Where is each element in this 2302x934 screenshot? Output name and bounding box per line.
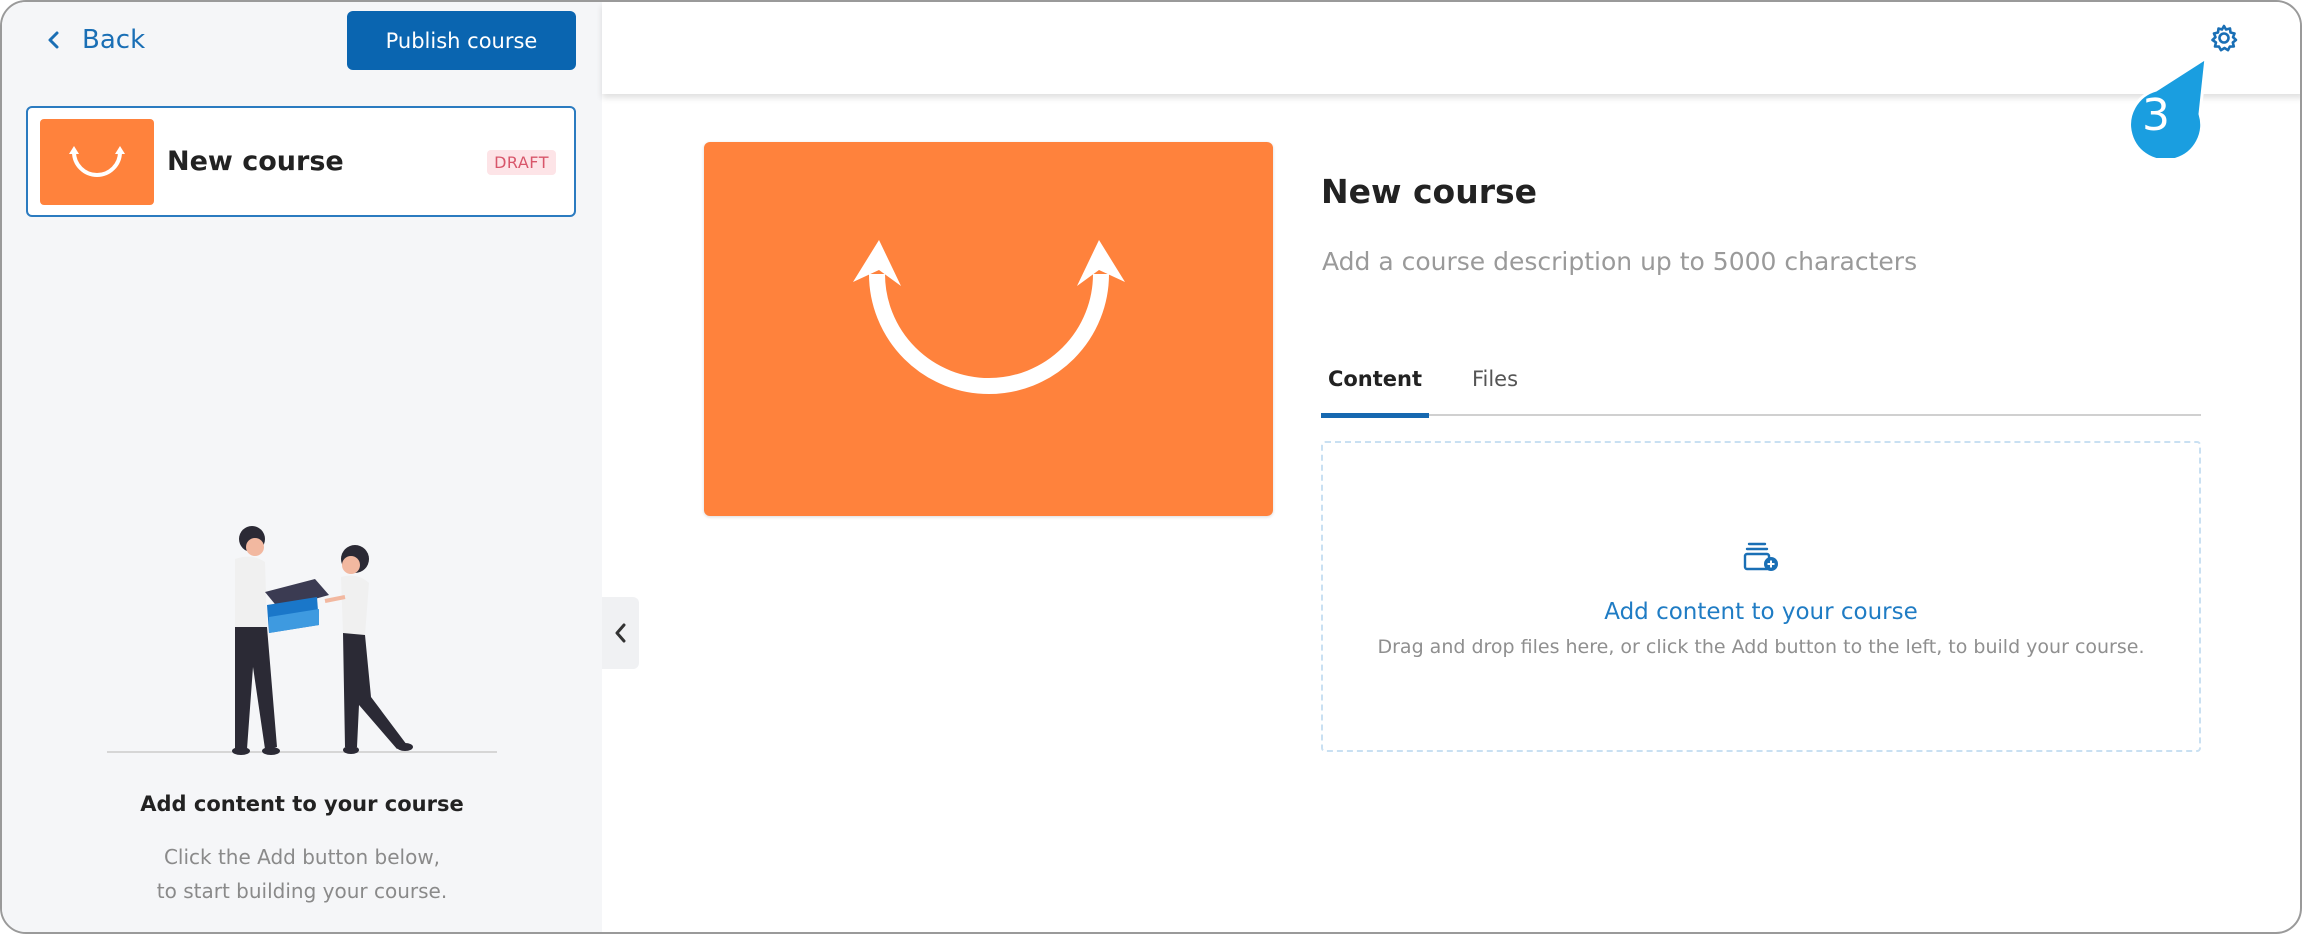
content-tabs: Content Files xyxy=(1321,357,2201,418)
course-thumbnail xyxy=(40,119,154,205)
tab-files[interactable]: Files xyxy=(1465,357,1525,416)
collapse-sidebar-button[interactable] xyxy=(602,597,639,669)
step-marker-number: 3 xyxy=(2142,90,2170,141)
app-window: Back Publish course New course DRAFT Add… xyxy=(0,0,2302,934)
course-card-title: New course xyxy=(167,146,344,177)
empty-state-desc-line-1: Click the Add button below, xyxy=(163,845,441,869)
back-label: Back xyxy=(82,25,146,55)
publish-course-button[interactable]: Publish course xyxy=(347,11,576,70)
sidebar: Back Publish course New course DRAFT Add… xyxy=(2,2,602,932)
empty-state-title: Add content to your course xyxy=(140,792,464,816)
course-description-input[interactable]: Add a course description up to 5000 char… xyxy=(1322,247,1917,276)
chevron-left-icon xyxy=(48,31,59,49)
smile-logo-icon xyxy=(69,146,125,177)
smile-logo-icon xyxy=(852,240,1125,394)
dropzone-description: Drag and drop files here, or click the A… xyxy=(1377,636,2145,658)
empty-state-desc-line-2: to start building your course. xyxy=(156,879,448,903)
course-card[interactable]: New course DRAFT xyxy=(26,106,576,217)
back-link[interactable]: Back xyxy=(44,20,145,60)
content-dropzone[interactable]: Add content to your course Drag and drop… xyxy=(1321,441,2201,752)
top-bar xyxy=(602,2,2300,94)
dropzone-title[interactable]: Add content to your course xyxy=(1323,599,2199,625)
tab-content[interactable]: Content xyxy=(1321,357,1429,418)
empty-state-illustration xyxy=(107,526,497,755)
chevron-left-icon xyxy=(615,623,625,643)
add-content-icon xyxy=(1743,542,1778,571)
page-title: New course xyxy=(1321,172,1537,211)
gear-icon[interactable] xyxy=(2209,23,2239,53)
empty-state-description: Click the Add button below, to start bui… xyxy=(2,840,602,908)
course-cover-image[interactable] xyxy=(704,142,1273,516)
status-badge: DRAFT xyxy=(487,150,556,175)
